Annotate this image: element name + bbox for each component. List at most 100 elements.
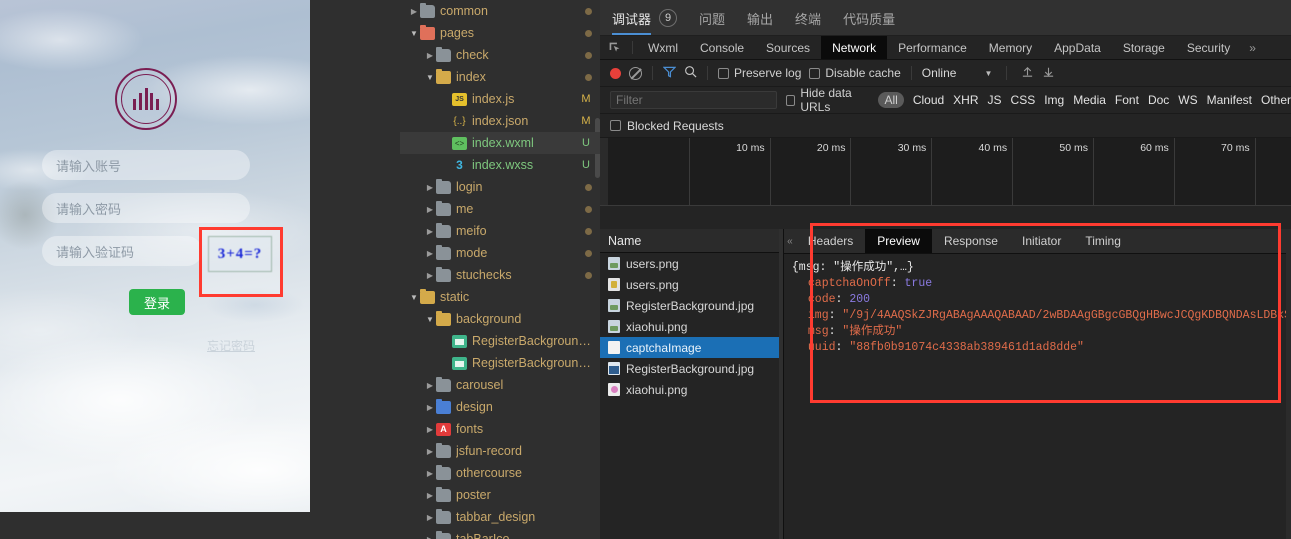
requests-list[interactable]: Name users.pngusers.pngRegisterBackgroun… — [600, 229, 784, 539]
tab-console[interactable]: Console — [689, 36, 755, 59]
record-button[interactable] — [610, 68, 621, 79]
throttling-select[interactable]: Online ▼ — [922, 66, 993, 80]
request-row[interactable]: xiaohui.png — [600, 379, 783, 400]
checkbox-icon[interactable] — [718, 68, 729, 79]
devtools-top-tab-4[interactable]: 代码质量 — [843, 1, 895, 35]
search-icon[interactable] — [684, 65, 697, 81]
request-row[interactable]: users.png — [600, 274, 783, 295]
devtools-top-tab-0[interactable]: 调试器 — [612, 1, 651, 35]
preserve-log-checkbox[interactable]: Preserve log — [718, 66, 801, 80]
captcha-image[interactable]: 3+4=? — [208, 236, 272, 272]
filter-chip-cloud[interactable]: Cloud — [913, 93, 944, 107]
checkbox-icon[interactable] — [786, 95, 795, 106]
tree-item-stuchecks[interactable]: ▶stuchecks — [400, 264, 600, 286]
chevron-down-icon[interactable]: ▼ — [424, 73, 436, 82]
tab-sources[interactable]: Sources — [755, 36, 821, 59]
clear-button[interactable] — [629, 67, 642, 80]
tree-item-mode[interactable]: ▶mode — [400, 242, 600, 264]
filter-chip-other[interactable]: Other — [1261, 93, 1291, 107]
request-row[interactable]: users.png — [600, 253, 783, 274]
tab-appdata[interactable]: AppData — [1043, 36, 1112, 59]
chevron-right-icon[interactable]: ▶ — [424, 183, 436, 192]
chevron-down-icon[interactable]: ▼ — [408, 29, 420, 38]
filter-input[interactable] — [610, 91, 777, 109]
detail-tabbar[interactable]: « HeadersPreviewResponseInitiatorTiming — [784, 229, 1291, 254]
request-rows[interactable]: users.pngusers.pngRegisterBackground.jpg… — [600, 253, 783, 400]
chevron-right-icon[interactable]: ▶ — [424, 227, 436, 236]
import-har-icon[interactable] — [1021, 65, 1034, 81]
detail-scrollbar[interactable] — [1286, 229, 1291, 539]
filter-chip-manifest[interactable]: Manifest — [1207, 93, 1252, 107]
tree-item-common[interactable]: ▶common — [400, 0, 600, 22]
detail-tab-headers[interactable]: Headers — [796, 229, 865, 253]
tab-performance[interactable]: Performance — [887, 36, 978, 59]
filter-chip-font[interactable]: Font — [1115, 93, 1139, 107]
chevron-right-icon[interactable]: ▶ — [424, 491, 436, 500]
tree-item-fonts[interactable]: ▶Afonts — [400, 418, 600, 440]
collapse-left-icon[interactable]: « — [784, 229, 796, 253]
tree-item-tabbar-design[interactable]: ▶tabbar_design — [400, 506, 600, 528]
inspect-element-icon[interactable] — [600, 36, 628, 59]
chevron-right-icon[interactable]: ▶ — [424, 271, 436, 280]
chevron-right-icon[interactable]: ▶ — [424, 535, 436, 539]
tree-item-othercourse[interactable]: ▶othercourse — [400, 462, 600, 484]
chevron-right-icon[interactable]: ▶ — [424, 425, 436, 434]
filter-chip-img[interactable]: Img — [1044, 93, 1064, 107]
tree-item-meifo[interactable]: ▶meifo — [400, 220, 600, 242]
request-row[interactable]: captchaImage — [600, 337, 783, 358]
more-tabs-button[interactable]: » — [1241, 36, 1264, 59]
chevron-right-icon[interactable]: ▶ — [424, 51, 436, 60]
tree-item-index-wxss[interactable]: 3index.wxssU — [400, 154, 600, 176]
checkbox-icon[interactable] — [610, 120, 621, 131]
tree-item-poster[interactable]: ▶poster — [400, 484, 600, 506]
filter-chip-css[interactable]: CSS — [1011, 93, 1036, 107]
tab-memory[interactable]: Memory — [978, 36, 1043, 59]
tree-item-pages[interactable]: ▼pages — [400, 22, 600, 44]
network-timeline[interactable]: 10 ms20 ms30 ms40 ms50 ms60 ms70 ms80 ms — [600, 138, 1291, 206]
detail-tab-timing[interactable]: Timing — [1073, 229, 1133, 253]
chevron-right-icon[interactable]: ▶ — [424, 403, 436, 412]
tree-item-background[interactable]: ▼background — [400, 308, 600, 330]
tree-item-me[interactable]: ▶me — [400, 198, 600, 220]
requests-scrollbar[interactable] — [779, 229, 783, 539]
filter-chip-xhr[interactable]: XHR — [953, 93, 978, 107]
tree-item-tabbarico[interactable]: ▶tabBarIco — [400, 528, 600, 539]
filter-icon[interactable] — [663, 66, 676, 81]
preview-json[interactable]: {msg: "操作成功",…}captchaOnOff: truecode: 2… — [784, 254, 1291, 356]
tree-item-static[interactable]: ▼static — [400, 286, 600, 308]
tree-item-check[interactable]: ▶check — [400, 44, 600, 66]
forgot-password-link[interactable]: 忘记密码 — [207, 337, 255, 354]
tab-wxml[interactable]: Wxml — [637, 36, 689, 59]
tree-item-index[interactable]: ▼index — [400, 66, 600, 88]
chevron-right-icon[interactable]: ▶ — [424, 381, 436, 390]
chevron-right-icon[interactable]: ▶ — [408, 7, 420, 16]
chevron-right-icon[interactable]: ▶ — [424, 205, 436, 214]
tab-storage[interactable]: Storage — [1112, 36, 1176, 59]
devtools-top-tab-1[interactable]: 问题 — [699, 1, 725, 35]
detail-tab-response[interactable]: Response — [932, 229, 1010, 253]
disable-cache-checkbox[interactable]: Disable cache — [809, 66, 900, 80]
tab-network[interactable]: Network — [821, 36, 887, 59]
chevron-right-icon[interactable]: ▶ — [424, 447, 436, 456]
devtools-top-tabbar[interactable]: 调试器9问题输出终端代码质量 — [600, 0, 1291, 36]
filter-chip-media[interactable]: Media — [1073, 93, 1106, 107]
detail-tab-initiator[interactable]: Initiator — [1010, 229, 1073, 253]
hide-data-urls-checkbox[interactable]: Hide data URLs — [786, 87, 869, 114]
devtools-tabbar[interactable]: WxmlConsoleSourcesNetworkPerformanceMemo… — [600, 36, 1291, 60]
filter-chip-doc[interactable]: Doc — [1148, 93, 1169, 107]
chevron-right-icon[interactable]: ▶ — [424, 513, 436, 522]
tree-item-index-wxml[interactable]: <>index.wxmlU — [400, 132, 600, 154]
devtools-top-tab-2[interactable]: 输出 — [747, 1, 773, 35]
request-row[interactable]: xiaohui.png — [600, 316, 783, 337]
chevron-right-icon[interactable]: ▶ — [424, 249, 436, 258]
blocked-requests-row[interactable]: Blocked Requests — [600, 114, 1291, 138]
tree-item-registerbackground---[interactable]: RegisterBackground... — [400, 352, 600, 374]
account-input[interactable]: 请输入账号 — [42, 150, 250, 180]
filter-chip-js[interactable]: JS — [988, 93, 1002, 107]
password-input[interactable]: 请输入密码 — [42, 193, 250, 223]
chevron-right-icon[interactable]: ▶ — [424, 469, 436, 478]
json-summary[interactable]: {msg: "操作成功",…} — [792, 260, 1291, 276]
filter-chip-all[interactable]: All — [878, 92, 903, 108]
request-row[interactable]: RegisterBackground.jpg — [600, 295, 783, 316]
tab-security[interactable]: Security — [1176, 36, 1241, 59]
